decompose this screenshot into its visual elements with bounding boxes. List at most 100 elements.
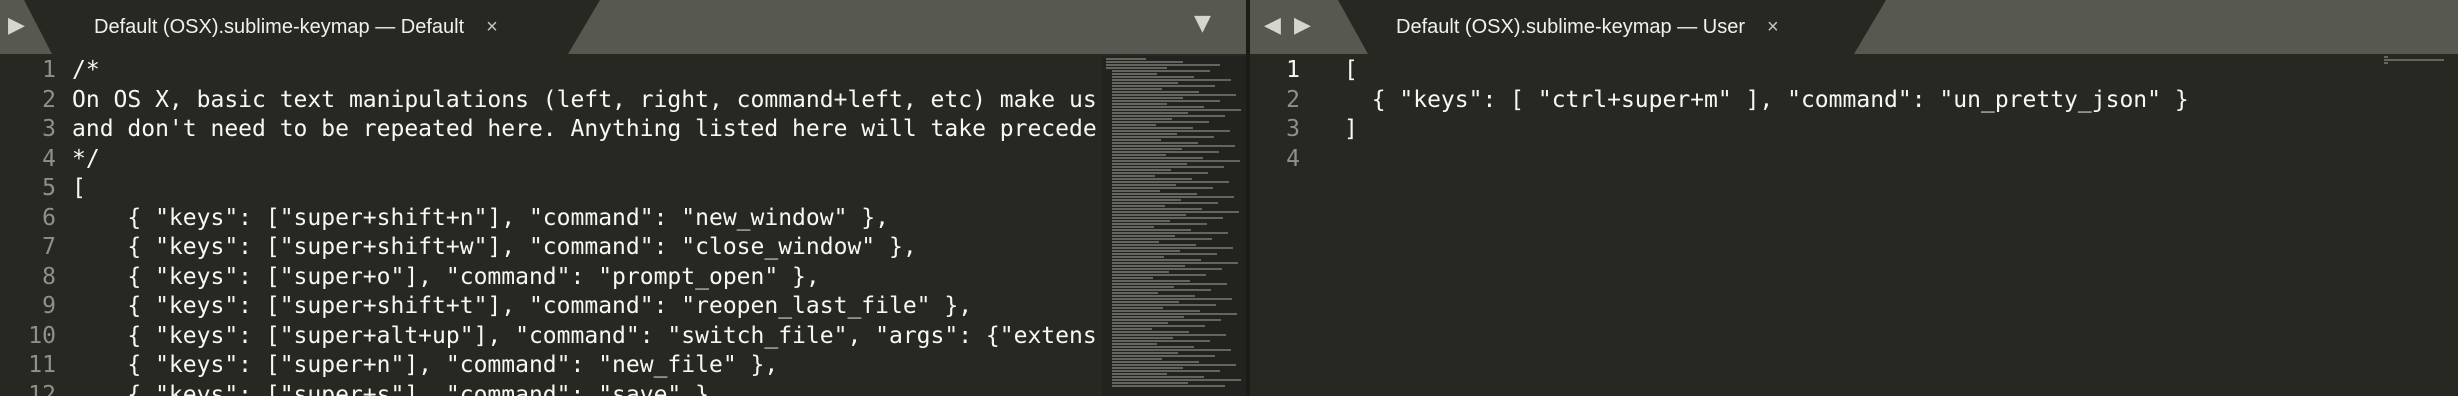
minimap-line <box>1112 370 1220 372</box>
tab-menu-chevron-down-icon[interactable]: ▼ <box>1194 12 1211 36</box>
minimap-line <box>1112 169 1171 171</box>
code-editor-text-area[interactable]: /* On OS X, basic text manipulations (le… <box>72 56 1100 396</box>
minimap-line <box>1112 271 1169 273</box>
line-number: 4 <box>1286 145 1300 172</box>
minimap-line <box>1112 247 1233 249</box>
minimap-line <box>1112 349 1231 351</box>
minimap-line <box>1112 265 1185 267</box>
close-icon[interactable]: × <box>1767 16 1779 39</box>
minimap-line <box>1112 361 1199 363</box>
minimap-line <box>1112 232 1228 234</box>
minimap-line <box>1112 121 1209 123</box>
minimap-line <box>1112 151 1219 153</box>
minimap-line <box>1112 163 1187 165</box>
line-number-gutter: 1 2 3 4 5 6 7 8 9 10 11 12 <box>0 56 56 396</box>
minimap-line <box>1112 340 1210 342</box>
minimap-line <box>1112 73 1157 75</box>
minimap-line <box>1112 106 1204 108</box>
minimap-line <box>1112 277 1153 279</box>
minimap-line <box>1106 64 1220 66</box>
minimap-line <box>1112 148 1182 150</box>
code-line: { "keys": ["super+n"], "command": "new_f… <box>72 352 779 378</box>
minimap-line <box>1112 127 1193 129</box>
minimap-line <box>1112 376 1204 378</box>
line-number: 2 <box>1286 86 1300 113</box>
line-number: 3 <box>1286 116 1300 142</box>
code-line-comment: and don't need to be repeated here. Anyt… <box>72 116 1097 142</box>
tab-user-keymap[interactable]: Default (OSX).sublime-keymap — User × <box>1368 0 1854 54</box>
line-number: 3 <box>42 116 56 142</box>
minimap-line <box>1112 196 1234 198</box>
tab-default-keymap[interactable]: Default (OSX).sublime-keymap — Default × <box>52 0 568 54</box>
minimap-line <box>1112 301 1179 303</box>
minimap-line <box>1112 379 1241 381</box>
minimap-line <box>1112 118 1172 120</box>
tab-label: Default (OSX).sublime-keymap — User <box>1396 15 1745 38</box>
minimap-line <box>1112 85 1215 87</box>
minimap-line <box>1112 172 1208 174</box>
minimap-line <box>1112 91 1199 93</box>
minimap-line <box>1112 331 1189 333</box>
line-number: 7 <box>42 234 56 260</box>
tab-edge-right <box>1854 0 1886 54</box>
minimap-line <box>1112 283 1227 285</box>
tab-label: Default (OSX).sublime-keymap — Default <box>94 15 465 38</box>
close-icon[interactable]: × <box>486 16 498 39</box>
tab-edge-left <box>1338 0 1368 54</box>
minimap-line <box>1112 190 1160 192</box>
editor-pane-user: ◀ ▶ Default (OSX).sublime-keymap — User … <box>1250 0 2458 396</box>
minimap-line <box>1112 238 1212 240</box>
minimap-line <box>1112 79 1231 81</box>
minimap-line <box>1112 259 1201 261</box>
minimap-line <box>1112 154 1166 156</box>
minimap-line <box>1112 280 1190 282</box>
tab-edge-right <box>568 0 600 54</box>
tab-edge-left <box>24 0 52 54</box>
minimap-line <box>1112 130 1230 132</box>
line-number: 11 <box>28 352 56 378</box>
minimap-line <box>1112 112 1188 114</box>
minimap-line <box>1112 256 1164 258</box>
minimap[interactable] <box>2380 56 2458 396</box>
line-number: 1 <box>1286 57 1300 83</box>
code-line: { "keys": [ "ctrl+super+m" ], "command":… <box>1344 86 2189 113</box>
minimap-line <box>1112 220 1170 222</box>
line-number: 12 <box>28 381 56 396</box>
code-line: { "keys": ["super+shift+n"], "command": … <box>72 204 889 231</box>
code-line: { "keys": ["super+shift+t"], "command": … <box>72 293 973 319</box>
minimap-line <box>1112 364 1236 366</box>
minimap-line <box>1112 262 1238 264</box>
minimap-line <box>1112 307 1163 309</box>
minimap-line <box>1112 322 1168 324</box>
minimap-line <box>1112 142 1198 144</box>
line-number: 5 <box>42 175 56 201</box>
minimap-line <box>1112 310 1200 312</box>
line-number: 9 <box>42 293 56 319</box>
minimap-line <box>1112 298 1232 300</box>
chevron-left-icon[interactable]: ◀ <box>1264 14 1281 38</box>
editor-pane-default: ▶ Default (OSX).sublime-keymap — Default… <box>0 0 1246 396</box>
sublime-text-window: ▶ Default (OSX).sublime-keymap — Default… <box>0 0 2458 396</box>
minimap-line <box>1112 199 1181 201</box>
line-number: 10 <box>28 322 56 349</box>
tab-bar: ◀ ▶ Default (OSX).sublime-keymap — User … <box>1250 0 2458 54</box>
sidebar-toggle-icon[interactable]: ▶ <box>8 14 25 38</box>
code-line-comment: On OS X, basic text manipulations (left,… <box>72 86 1097 113</box>
code-line: [ <box>72 175 86 201</box>
line-number-gutter: 1 2 3 4 <box>1250 56 1300 174</box>
line-number: 8 <box>42 263 56 290</box>
code-editor-text-area[interactable]: [ { "keys": [ "ctrl+super+m" ], "command… <box>1344 56 2344 174</box>
minimap-line <box>1112 88 1162 90</box>
minimap-line <box>1112 187 1213 189</box>
minimap-line <box>1112 205 1165 207</box>
minimap-line <box>1112 136 1214 138</box>
minimap[interactable] <box>1102 56 1246 396</box>
minimap-line <box>1112 355 1215 357</box>
tab-bar: ▶ Default (OSX).sublime-keymap — Default… <box>0 0 1246 54</box>
chevron-right-icon[interactable]: ▶ <box>1294 14 1311 38</box>
minimap-line <box>1112 274 1206 276</box>
minimap-line <box>1112 325 1205 327</box>
minimap-line <box>1112 181 1229 183</box>
minimap-line <box>1112 133 1177 135</box>
